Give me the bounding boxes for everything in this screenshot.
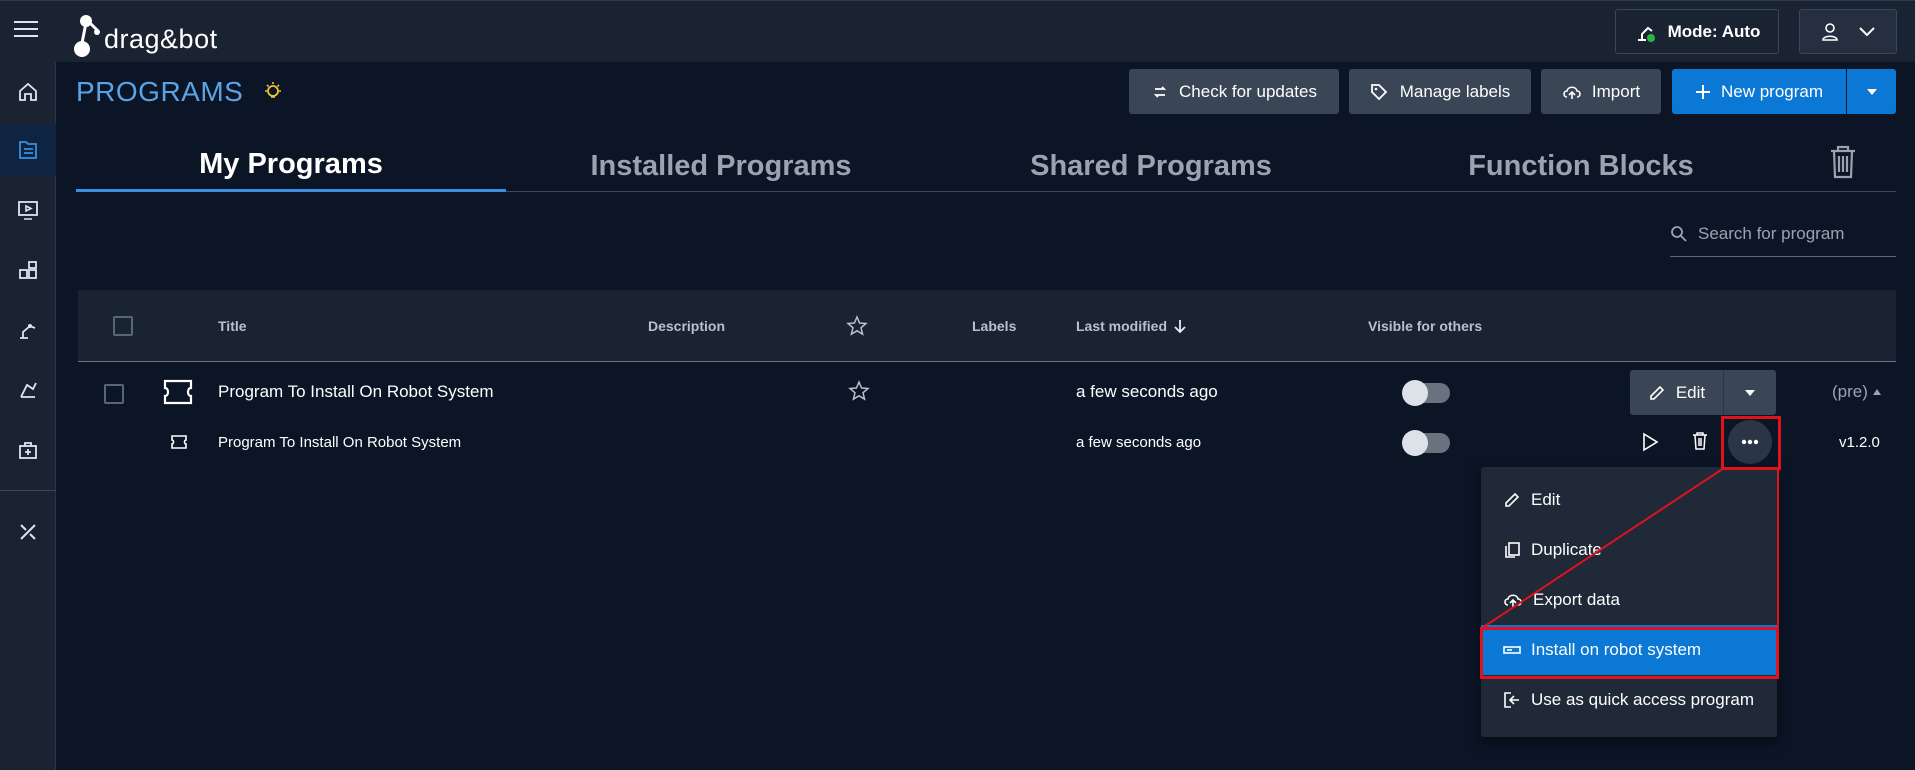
highlight-connector-lines <box>1481 467 1779 629</box>
